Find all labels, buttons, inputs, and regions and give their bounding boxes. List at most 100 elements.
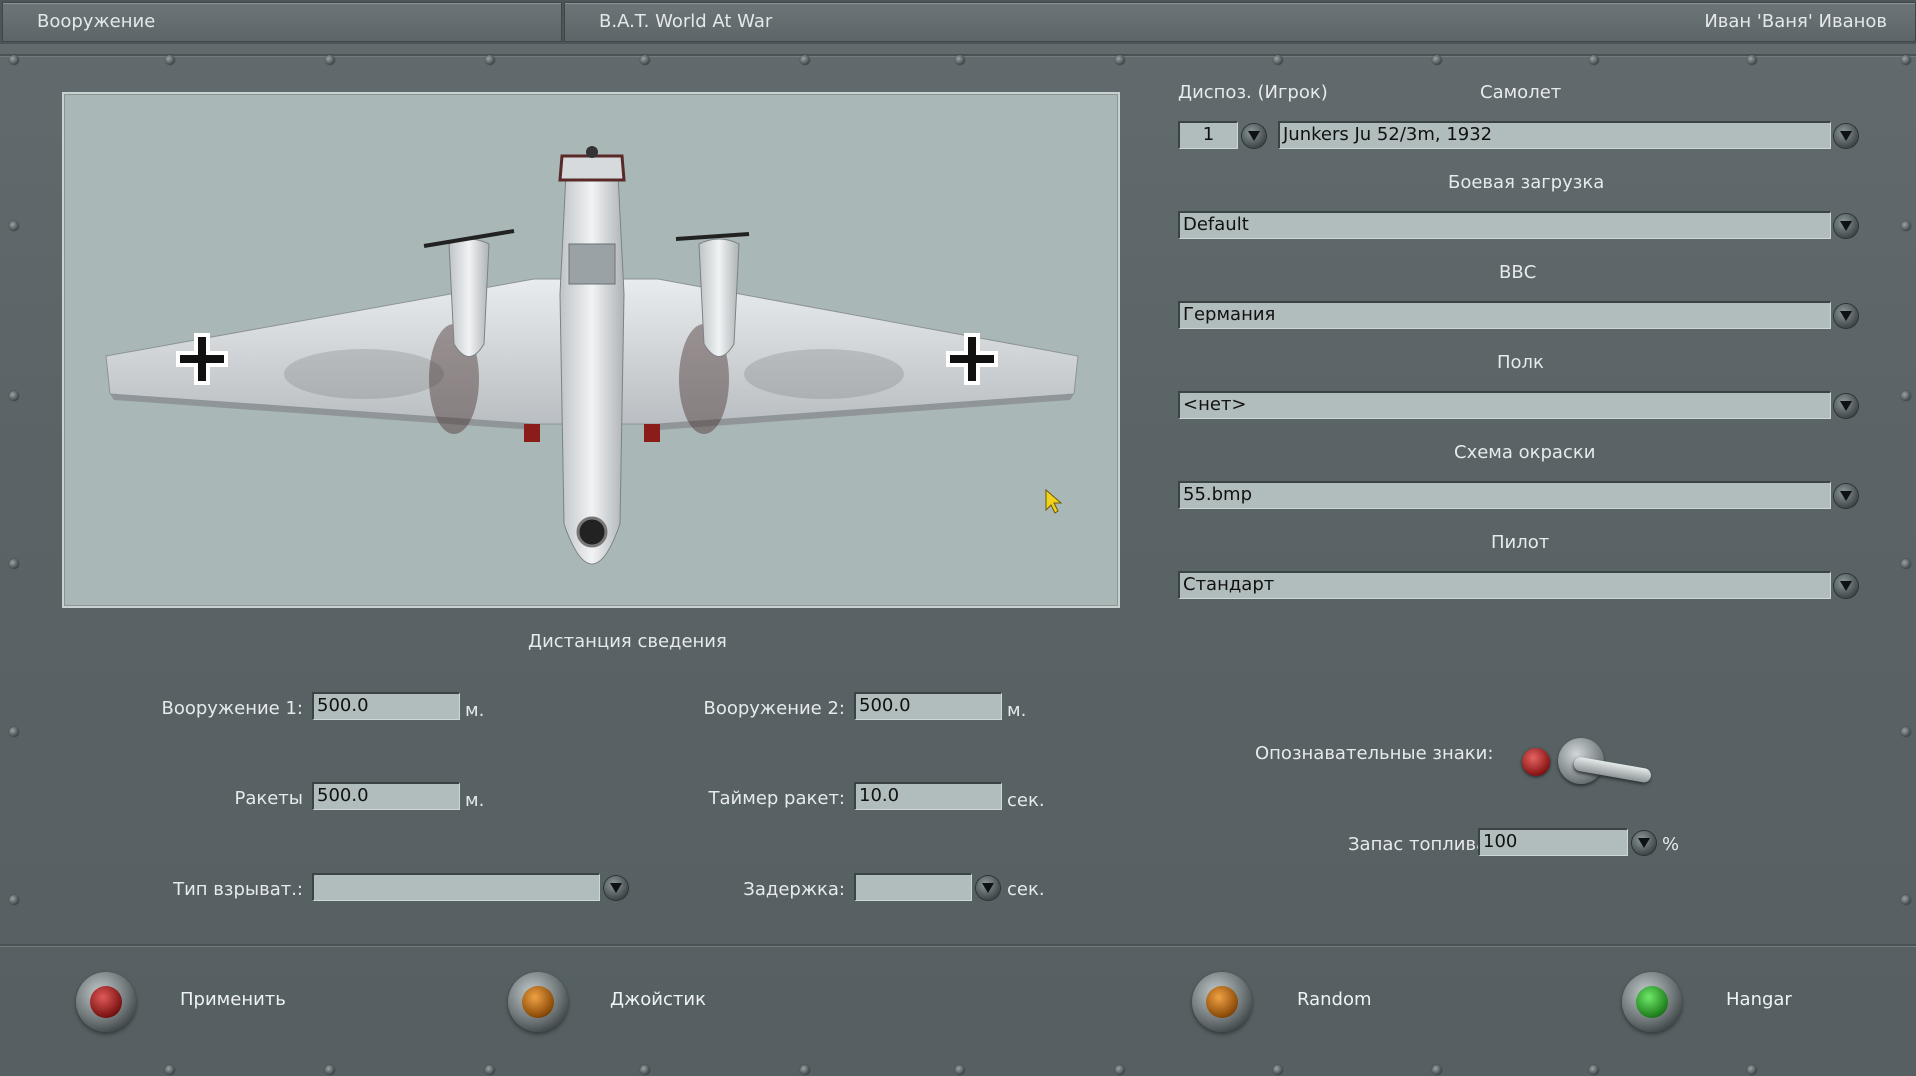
fuze-dropdown-icon[interactable] [604, 876, 628, 900]
rivet [1589, 55, 1599, 65]
rivet [1901, 559, 1911, 569]
rivet [1901, 895, 1911, 905]
random-lamp-icon[interactable] [1192, 972, 1252, 1032]
pilot-label: Пилот [1491, 532, 1550, 553]
skin-dropdown-icon[interactable] [1834, 484, 1858, 508]
joystick-lamp-icon[interactable] [508, 972, 568, 1032]
loadout-field[interactable]: Default [1178, 211, 1831, 239]
rockets-label: Ракеты [234, 788, 303, 809]
regiment-label: Полк [1497, 352, 1544, 373]
markings-indicator-light [1522, 748, 1550, 776]
weapon2-label: Вооружение 2: [703, 698, 845, 719]
rivet [640, 55, 650, 65]
rocket-timer-label: Таймер ракет: [708, 788, 845, 809]
rivet [9, 895, 19, 905]
convergence-title: Дистанция сведения [528, 631, 727, 652]
weapon1-label: Вооружение 1: [161, 698, 303, 719]
rivet [325, 55, 335, 65]
rivet [1589, 1065, 1599, 1075]
rivet [9, 55, 19, 65]
rivet [1901, 727, 1911, 737]
rivet [955, 55, 965, 65]
airforce-dropdown-icon[interactable] [1834, 304, 1858, 328]
fuze-field[interactable] [312, 873, 600, 901]
joystick-button-label[interactable]: Джойстик [610, 989, 706, 1010]
slot-label: Диспоз. (Игрок) [1178, 82, 1328, 103]
random-button-label[interactable]: Random [1297, 989, 1372, 1010]
rockets-unit: м. [465, 790, 485, 811]
rivet [1747, 55, 1757, 65]
plane-field[interactable]: Junkers Ju 52/3m, 1932 [1278, 121, 1831, 149]
hangar-button-label[interactable]: Hangar [1726, 989, 1792, 1010]
rivet [800, 1065, 810, 1075]
mission-name: B.A.T. World At War [599, 11, 773, 32]
rivet [165, 55, 175, 65]
rivet [1273, 1065, 1283, 1075]
player-name: Иван 'Ваня' Иванов [1704, 11, 1887, 32]
rivet [9, 727, 19, 737]
rivet [485, 1065, 495, 1075]
rivet [165, 1065, 175, 1075]
panel-seam-bottom [0, 944, 1916, 946]
title-segment-left: Вооружение [2, 2, 562, 42]
rivet [1115, 55, 1125, 65]
slot-dropdown-icon[interactable] [1242, 124, 1266, 148]
rivet [1432, 1065, 1442, 1075]
rivet [955, 1065, 965, 1075]
loadout-label: Боевая загрузка [1448, 172, 1605, 193]
delay-dropdown-icon[interactable] [976, 876, 1000, 900]
aircraft-preview[interactable] [62, 92, 1120, 608]
regiment-dropdown-icon[interactable] [1834, 394, 1858, 418]
rivet [800, 55, 810, 65]
airforce-label: ВВС [1499, 262, 1537, 283]
markings-toggle[interactable] [1518, 738, 1668, 796]
plane-dropdown-icon[interactable] [1834, 124, 1858, 148]
markings-label: Опознавательные знаки: [1255, 743, 1494, 764]
rivet [9, 221, 19, 231]
delay-label: Задержка: [743, 879, 845, 900]
fuel-label: Запас топлива [1348, 834, 1488, 855]
mouse-cursor-icon [1045, 488, 1063, 514]
loadout-dropdown-icon[interactable] [1834, 214, 1858, 238]
title-bar: Вооружение B.A.T. World At War Иван 'Ван… [0, 0, 1916, 44]
aircraft-model-image [105, 146, 1079, 565]
slot-field[interactable]: 1 [1178, 121, 1238, 149]
plane-label: Самолет [1480, 82, 1562, 103]
rivet [1432, 55, 1442, 65]
hangar-lamp-icon[interactable] [1622, 972, 1682, 1032]
pilot-field[interactable]: Стандарт [1178, 571, 1831, 599]
rivet [9, 391, 19, 401]
rivet [640, 1065, 650, 1075]
weapon2-unit: м. [1007, 700, 1027, 721]
rockets-field[interactable]: 500.0 [312, 782, 460, 810]
rocket-timer-unit: сек. [1007, 790, 1045, 811]
fuze-label: Тип взрыват.: [173, 879, 303, 900]
airforce-field[interactable]: Германия [1178, 301, 1831, 329]
delay-field[interactable] [854, 873, 972, 901]
pilot-dropdown-icon[interactable] [1834, 574, 1858, 598]
rocket-timer-field[interactable]: 10.0 [854, 782, 1002, 810]
rivet [9, 559, 19, 569]
fuel-dropdown-icon[interactable] [1632, 831, 1656, 855]
apply-lamp-icon[interactable] [76, 972, 136, 1032]
skin-label: Схема окраски [1454, 442, 1596, 463]
skin-field[interactable]: 55.bmp [1178, 481, 1831, 509]
rivet [325, 1065, 335, 1075]
rivet [1115, 1065, 1125, 1075]
rivet [1273, 55, 1283, 65]
weapon2-field[interactable]: 500.0 [854, 692, 1002, 720]
weapon1-unit: м. [465, 700, 485, 721]
rivet [485, 55, 495, 65]
regiment-field[interactable]: <нет> [1178, 391, 1831, 419]
rivet [1901, 221, 1911, 231]
fuel-field[interactable]: 100 [1478, 828, 1628, 856]
screen-title: Вооружение [37, 11, 156, 32]
title-segment-main: B.A.T. World At War Иван 'Ваня' Иванов [564, 2, 1916, 42]
rivet [1901, 391, 1911, 401]
fuel-unit: % [1662, 834, 1680, 855]
apply-button-label[interactable]: Применить [180, 989, 286, 1010]
rivet [1747, 1065, 1757, 1075]
delay-unit: сек. [1007, 879, 1045, 900]
weapon1-field[interactable]: 500.0 [312, 692, 460, 720]
rivet [1901, 55, 1911, 65]
